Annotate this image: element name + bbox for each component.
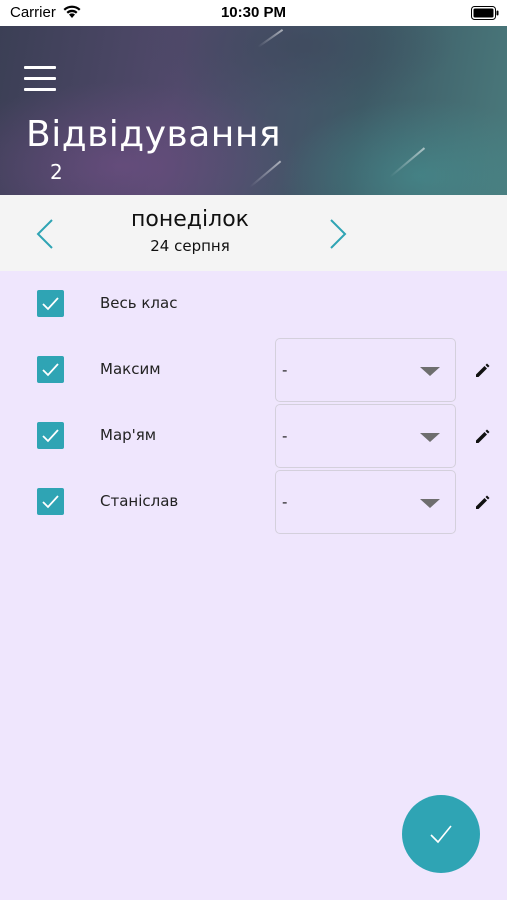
edit-note-button[interactable] — [473, 492, 493, 512]
checkmark-icon — [42, 429, 59, 443]
student-checkbox[interactable] — [37, 488, 64, 515]
student-checkbox[interactable] — [37, 356, 64, 383]
next-day-button[interactable] — [325, 217, 349, 251]
attendance-status-select[interactable]: - — [275, 338, 456, 402]
status-bar: Carrier 10:30 PM — [0, 0, 507, 26]
status-value: - — [282, 427, 288, 445]
checkmark-icon — [430, 825, 452, 844]
dropdown-arrow-icon — [420, 433, 440, 442]
attendance-status-select[interactable]: - — [275, 404, 456, 468]
decorative-streak — [389, 147, 426, 178]
chevron-left-icon — [36, 219, 53, 249]
dropdown-arrow-icon — [420, 499, 440, 508]
select-all-row: Весь клас — [0, 271, 507, 337]
date-navigation: понеділок 24 серпня — [0, 195, 507, 271]
edit-note-button[interactable] — [473, 360, 493, 380]
attendance-status-select[interactable]: - — [275, 470, 456, 534]
student-name: Максим — [100, 360, 161, 378]
pencil-icon — [476, 495, 490, 509]
select-all-checkbox[interactable] — [37, 290, 64, 317]
student-checkbox[interactable] — [37, 422, 64, 449]
student-row: Станіслав - — [0, 469, 507, 535]
pencil-icon — [476, 363, 490, 377]
page-title: Відвідування — [26, 114, 282, 155]
chevron-right-icon — [330, 219, 347, 249]
menu-icon[interactable] — [24, 66, 56, 92]
checkmark-icon — [42, 297, 59, 311]
day-name: понеділок — [131, 207, 249, 232]
dropdown-arrow-icon — [420, 367, 440, 376]
checkmark-icon — [42, 495, 59, 509]
date-label: 24 серпня — [150, 237, 230, 255]
student-row: Мар'ям - — [0, 403, 507, 469]
status-value: - — [282, 493, 288, 511]
previous-day-button[interactable] — [34, 217, 58, 251]
pencil-icon — [476, 429, 490, 443]
select-all-label: Весь клас — [100, 294, 178, 312]
header: Відвідування 2 — [0, 26, 507, 195]
checkmark-icon — [42, 363, 59, 377]
status-value: - — [282, 361, 288, 379]
battery-icon — [471, 6, 499, 24]
student-name: Мар'ям — [100, 426, 157, 444]
decorative-streak — [257, 28, 284, 48]
student-row: Максим - — [0, 337, 507, 403]
edit-note-button[interactable] — [473, 426, 493, 446]
save-attendance-button[interactable] — [402, 795, 480, 873]
clock: 10:30 PM — [220, 4, 287, 21]
decorative-streak — [249, 160, 282, 188]
student-name: Станіслав — [100, 492, 179, 510]
page-subtitle: 2 — [50, 160, 63, 184]
